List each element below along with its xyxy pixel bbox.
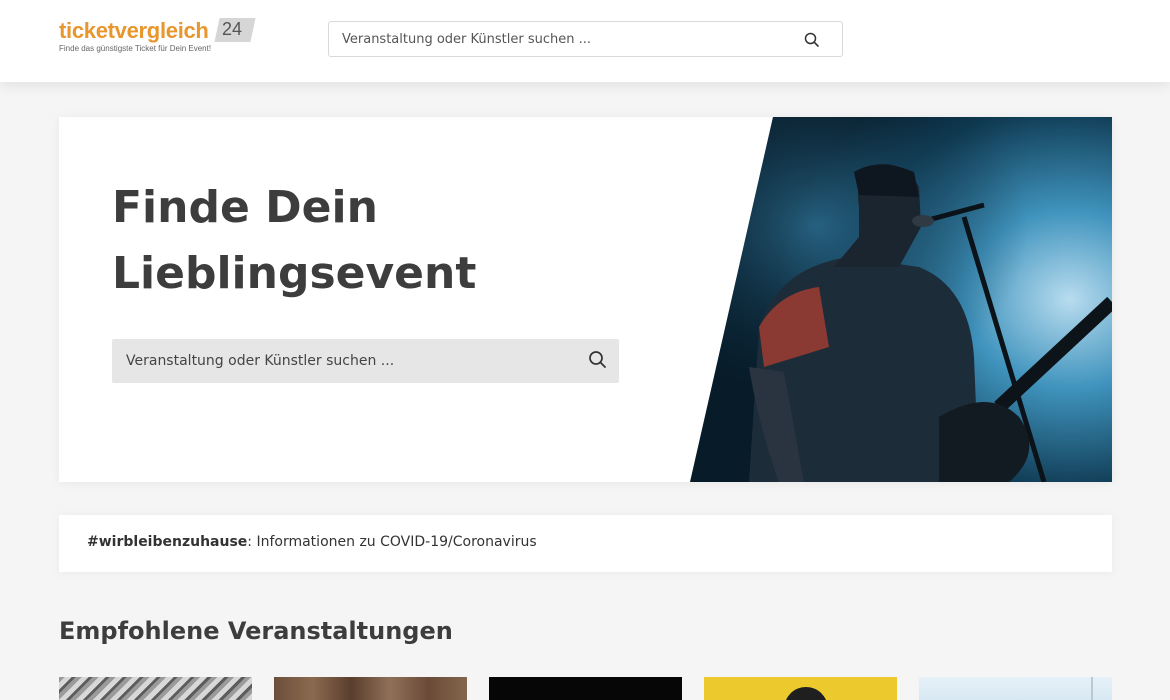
logo-name: ticketvergleich <box>59 18 209 43</box>
search-icon[interactable] <box>803 31 821 49</box>
hero-search-box <box>112 339 619 383</box>
covid-hashtag: #wirbleibenzuhause <box>87 534 248 550</box>
header-search-box <box>328 21 843 57</box>
hero-title-line-2: Lieblingsevent <box>112 248 477 299</box>
event-card-5-detail <box>1091 677 1093 700</box>
search-icon[interactable] <box>588 350 608 370</box>
event-card-1[interactable] <box>59 677 252 700</box>
hero-title-line-1: Finde Dein <box>112 182 378 233</box>
logo-number: 24 <box>222 19 243 39</box>
hero-title: Finde Dein Lieblingsevent <box>112 175 672 307</box>
site-logo[interactable]: ticketvergleich 24 Finde das günstigste … <box>59 18 259 58</box>
recommended-events-heading: Empfohlene Veranstaltungen <box>59 617 453 645</box>
hero-search-input[interactable] <box>112 339 562 383</box>
covid-info-link[interactable]: : Informationen zu COVID-19/Coronavirus <box>247 534 536 550</box>
header-search-input[interactable] <box>329 22 789 56</box>
covid-info-text[interactable]: #wirbleibenzuhause: Informationen zu COV… <box>87 534 537 550</box>
event-card-4[interactable] <box>704 677 897 700</box>
hero-banner: Finde Dein Lieblingsevent <box>59 117 1112 482</box>
event-card-4-silhouette <box>784 687 828 700</box>
event-card-2[interactable] <box>274 677 467 700</box>
event-card-5[interactable] <box>919 677 1112 700</box>
event-card-3[interactable] <box>489 677 682 700</box>
covid-info-bar[interactable]: #wirbleibenzuhause: Informationen zu COV… <box>59 515 1112 572</box>
site-header: ticketvergleich 24 Finde das günstigste … <box>0 0 1170 82</box>
logo-tagline: Finde das günstigste Ticket für Dein Eve… <box>59 44 212 53</box>
